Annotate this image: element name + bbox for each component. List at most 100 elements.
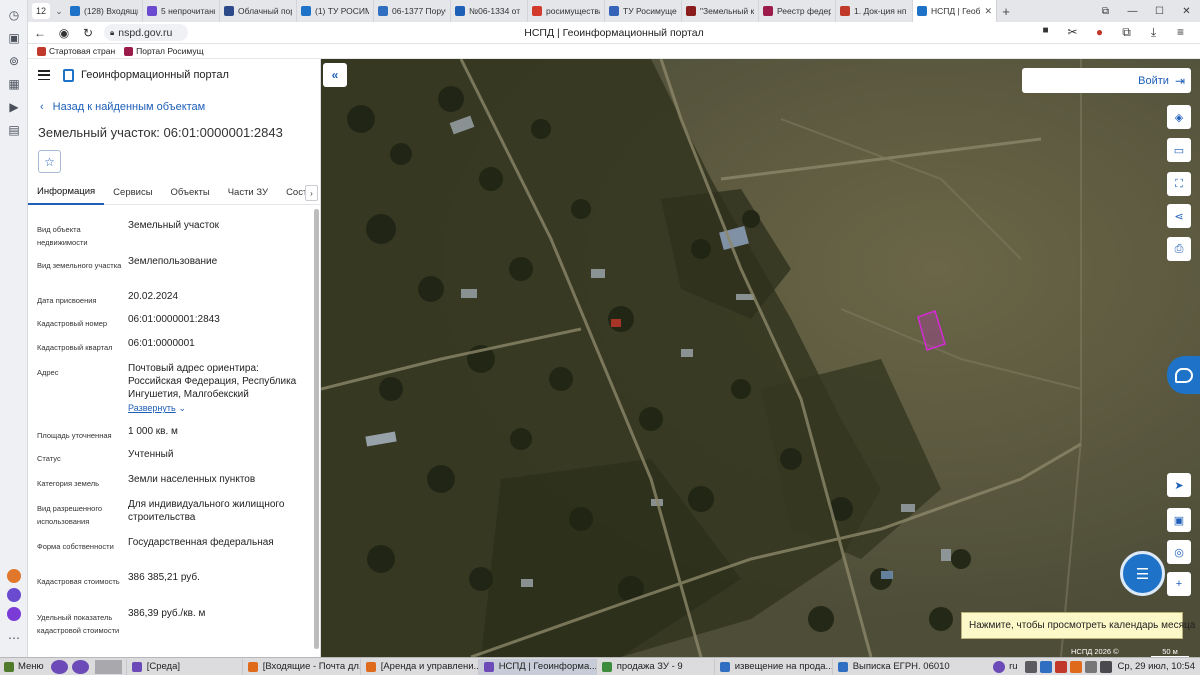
tab-search-icon[interactable]: ⧉: [1092, 6, 1119, 17]
expand-address-link[interactable]: Развернуть ⌄: [128, 402, 308, 415]
browser-tab[interactable]: 06-1377 Поруч: [374, 0, 451, 22]
bookmark-item[interactable]: Портал Росимущ: [124, 46, 204, 56]
browser-tab[interactable]: (1) ТУ РОСИМ: [297, 0, 374, 22]
tab-label: №06-1334 от 2: [469, 6, 523, 16]
network-icon[interactable]: [1024, 660, 1037, 673]
tab-counter[interactable]: 12: [32, 3, 50, 19]
keyboard-layout[interactable]: ru: [1009, 661, 1017, 672]
close-icon[interactable]: ✕: [981, 6, 992, 17]
history-icon[interactable]: ◷: [0, 3, 28, 26]
taskbar-window-button[interactable]: извещение на прода...: [713, 658, 832, 675]
collections-icon[interactable]: ⧉: [1113, 25, 1140, 40]
window-close-icon[interactable]: ✕: [1173, 6, 1200, 17]
select-area-button[interactable]: ⛶: [1167, 172, 1191, 196]
battery-icon[interactable]: [1099, 660, 1112, 673]
satellite-map[interactable]: « Войти ⇥ ◈ ▭ ⛶ ⋖ ⎙ ➤ ▣ ◎ + ☰ Нажмите, ч…: [321, 59, 1200, 657]
browser-launcher-icon[interactable]: [71, 659, 89, 674]
workspace-switcher[interactable]: [94, 659, 122, 674]
clock[interactable]: Ср, 29 июл, 10:54: [1118, 661, 1195, 672]
tab-parts[interactable]: Части ЗУ: [219, 181, 277, 205]
share-button[interactable]: ⋖: [1167, 204, 1191, 228]
browser-tab[interactable]: Реестр федер: [759, 0, 836, 22]
profile-icon[interactable]: ●: [1086, 25, 1113, 40]
field-label: Дата присвоения: [37, 296, 97, 305]
browser-tab[interactable]: ТУ Росимущес: [605, 0, 682, 22]
browser-tab[interactable]: 5 непрочитанн: [143, 0, 220, 22]
back-arrow-icon[interactable]: ←: [28, 26, 52, 40]
feedback-widget[interactable]: [1167, 356, 1200, 394]
layers-button[interactable]: ◈: [1167, 105, 1191, 129]
new-tab-button[interactable]: +: [997, 4, 1015, 19]
collapse-panel-button[interactable]: «: [323, 63, 347, 87]
assistant-app-icon[interactable]: [7, 607, 21, 621]
taskbar-window-button[interactable]: [Среда]: [125, 658, 242, 675]
bookmark-icon[interactable]: ■: [1032, 25, 1059, 40]
browser-tab[interactable]: Облачный пор: [220, 0, 297, 22]
start-menu-button[interactable]: Меню: [0, 661, 49, 672]
menu-logo-icon: [4, 661, 14, 672]
taskbar-window-button[interactable]: НСПД | Геоинформа...: [477, 658, 596, 675]
tabs-next-chevron-icon[interactable]: ›: [305, 185, 318, 201]
print-button[interactable]: ⎙: [1167, 237, 1191, 261]
taskbar-window-button[interactable]: Выписка ЕГРН. 06010...: [831, 658, 950, 675]
bookmark-item[interactable]: Стартовая стран: [37, 46, 115, 56]
reader-icon[interactable]: ▤: [0, 118, 28, 141]
chevron-down-icon[interactable]: ⌄: [52, 6, 66, 17]
locate-button[interactable]: ➤: [1167, 473, 1191, 497]
plus-icon: +: [1175, 578, 1183, 590]
downloads-icon[interactable]: ⊚: [0, 49, 28, 72]
back-to-results-link[interactable]: ‹ Назад к найденным объектам: [40, 101, 205, 113]
browser-tab[interactable]: росимущества: [528, 0, 605, 22]
tab-info[interactable]: Информация: [28, 181, 105, 205]
video-icon[interactable]: ▶: [0, 95, 28, 118]
browser-tab[interactable]: №06-1334 от 2: [451, 0, 528, 22]
extensions-icon[interactable]: ✂: [1059, 25, 1086, 40]
browser-tab[interactable]: (128) Входящие: [66, 0, 143, 22]
collections-icon[interactable]: ▣: [0, 26, 28, 49]
taskbar-window-button[interactable]: [Аренда и управлени...: [359, 658, 478, 675]
url-text: nspd.gov.ru: [118, 26, 173, 39]
volume-icon[interactable]: [1084, 660, 1097, 673]
taskbar-window-button[interactable]: [Входящие - Почта дл...: [241, 658, 360, 675]
favorite-star-button[interactable]: ☆: [38, 150, 61, 173]
measure-button[interactable]: ▭: [1167, 138, 1191, 162]
site-favicon-icon: [70, 6, 80, 16]
basemap-button[interactable]: ▣: [1167, 508, 1191, 532]
browser-tray-icon[interactable]: [993, 660, 1006, 673]
url-field[interactable]: 🔒︎ nspd.gov.ru: [104, 24, 188, 41]
maximize-icon[interactable]: ☐: [1146, 6, 1173, 17]
more-icon[interactable]: ⋯: [0, 626, 28, 649]
chat-button[interactable]: ☰: [1120, 551, 1165, 596]
bookmark-favicon-icon: [37, 46, 46, 56]
site-favicon-icon: [378, 6, 388, 16]
chat-icon: ☰: [1135, 565, 1150, 583]
updates-icon[interactable]: [1039, 660, 1052, 673]
geolocation-button[interactable]: ◎: [1167, 540, 1191, 564]
messenger-app-icon[interactable]: [7, 588, 21, 602]
field-value: Почтовый адрес ориентира: Российская Фед…: [128, 362, 308, 415]
taskbar-window-button[interactable]: продажа ЗУ - 9: [595, 658, 714, 675]
tab-services[interactable]: Сервисы: [104, 181, 161, 205]
browser-launcher-icon[interactable]: [50, 659, 68, 674]
protect-icon[interactable]: ◉: [52, 26, 76, 40]
reload-icon[interactable]: ↻: [76, 26, 100, 40]
tab-objects[interactable]: Объекты: [162, 181, 219, 205]
browser-tab-active[interactable]: НСПД | Геоб ✕: [913, 0, 997, 22]
panel-header: Геоинформационный портал: [28, 59, 320, 91]
zoom-in-button[interactable]: +: [1167, 572, 1191, 596]
scrollbar-thumb[interactable]: [314, 209, 319, 649]
mail-app-icon[interactable]: [7, 569, 21, 583]
tab-composition[interactable]: Состав ЕЗП: [277, 181, 307, 205]
taskbar-window-label: Выписка ЕГРН. 06010...: [852, 661, 950, 672]
calendar-icon[interactable]: ▦: [0, 72, 28, 95]
panel-scrollbar[interactable]: [314, 209, 319, 649]
downloads-icon[interactable]: ⤓: [1140, 25, 1167, 40]
browser-tab[interactable]: "Земельный к: [682, 0, 759, 22]
hamburger-menu-icon[interactable]: [38, 70, 50, 80]
messenger-tray-icon[interactable]: [1069, 660, 1082, 673]
browser-tab[interactable]: 1. Док-ция нп: [836, 0, 913, 22]
antivirus-icon[interactable]: [1054, 660, 1067, 673]
login-button[interactable]: Войти ⇥: [1022, 68, 1191, 93]
menu-icon[interactable]: ≡: [1167, 25, 1194, 40]
minimize-icon[interactable]: —: [1119, 6, 1146, 17]
